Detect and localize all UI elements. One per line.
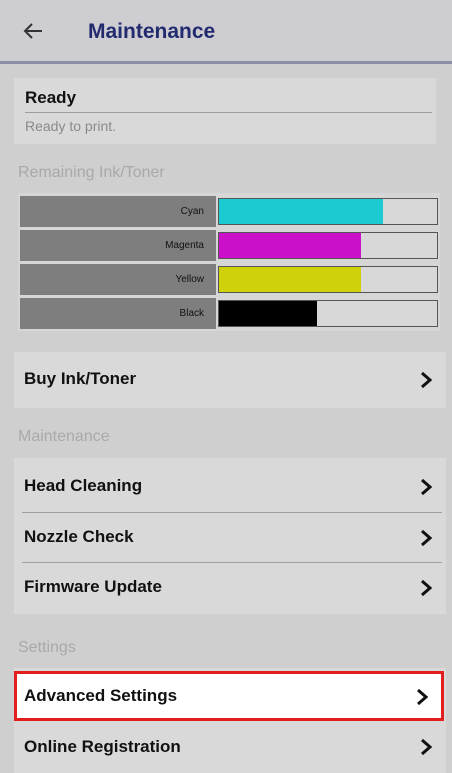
nozzle-check-button[interactable]: Nozzle Check [14,513,446,563]
firmware-update-button[interactable]: Firmware Update [14,563,446,613]
ink-level-bar [218,198,438,225]
section-label-settings: Settings [18,639,76,656]
chevron-right-icon [421,738,432,756]
buy-ink-card: Buy Ink/Toner [14,352,446,408]
divider [25,112,432,113]
ink-name: Magenta [20,230,216,261]
ink-row-yellow: Yellow [20,264,438,295]
status-subtitle: Ready to print. [25,118,117,134]
buy-ink-toner-button[interactable]: Buy Ink/Toner [14,355,446,405]
advanced-settings-button[interactable]: Advanced Settings [14,671,446,721]
ink-level-fill [219,199,383,224]
ink-level-bar [218,266,438,293]
ink-level-fill [219,301,318,326]
ink-name: Black [20,298,216,329]
ink-level-bar [218,232,438,259]
ink-level-fill [219,233,361,258]
chevron-right-icon [421,478,432,496]
chevron-right-icon [421,529,432,547]
printer-status-card: Ready Ready to print. [14,78,436,144]
page-title: Maintenance [88,20,216,43]
firmware-update-label: Firmware Update [24,577,162,596]
ink-row-magenta: Magenta [20,230,438,261]
ink-level-fill [219,267,361,292]
online-registration-button[interactable]: Online Registration [14,721,446,771]
status-title: Ready [25,88,77,107]
head-cleaning-button[interactable]: Head Cleaning [14,462,446,512]
buy-ink-toner-label: Buy Ink/Toner [24,369,137,388]
chevron-right-icon [421,579,432,597]
chevron-right-icon [421,371,432,389]
app-bar: Maintenance [0,0,452,64]
advanced-settings-label: Advanced Settings [24,686,178,705]
ink-levels-panel: Cyan Magenta Yellow Black [18,193,440,331]
arrow-left-icon[interactable] [22,20,44,42]
ink-row-cyan: Cyan [20,196,438,227]
ink-name: Yellow [20,264,216,295]
online-registration-label: Online Registration [24,737,181,756]
section-label-maintenance: Maintenance [18,428,110,445]
nozzle-check-label: Nozzle Check [24,527,134,546]
chevron-right-icon [417,688,428,706]
maintenance-card: Head Cleaning Nozzle Check Firmware Upda… [14,458,446,614]
head-cleaning-label: Head Cleaning [24,476,143,495]
ink-row-black: Black [20,298,438,329]
ink-level-bar [218,300,438,327]
ink-name: Cyan [20,196,216,227]
section-label-remaining-ink: Remaining Ink/Toner [18,164,165,181]
